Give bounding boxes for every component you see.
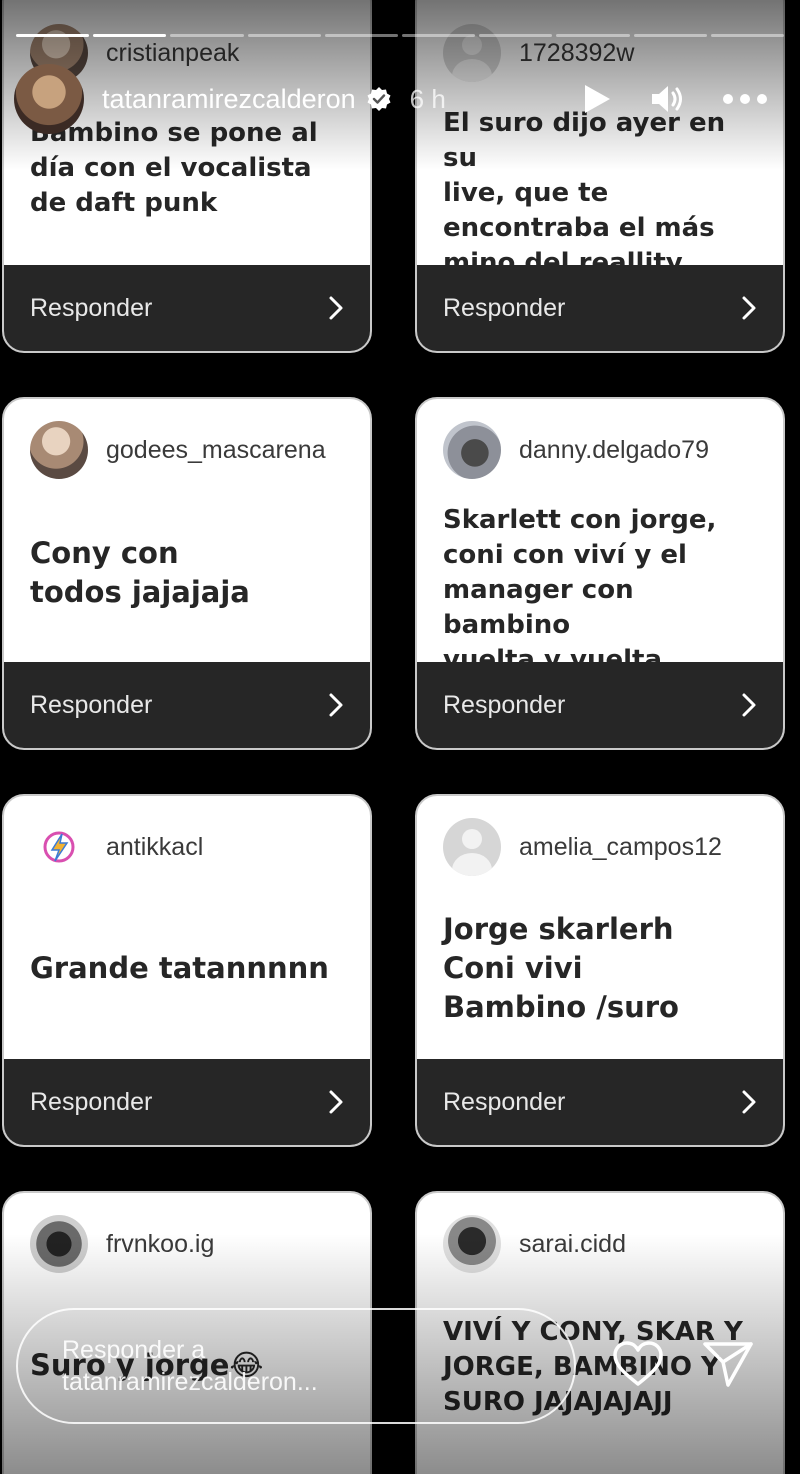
chevron-right-icon bbox=[742, 1090, 756, 1114]
question-card: amelia_campos12 Jorge skarlerh Coni vivi… bbox=[415, 794, 785, 1147]
reply-button[interactable]: Responder bbox=[417, 265, 783, 351]
avatar bbox=[443, 1215, 501, 1273]
story-progress-segment bbox=[710, 34, 785, 37]
play-icon[interactable] bbox=[582, 83, 612, 115]
reply-button[interactable]: Responder bbox=[417, 1059, 783, 1145]
reply-input[interactable]: Responder a tatanramirezcalderon... bbox=[16, 1308, 576, 1424]
avatar bbox=[30, 818, 88, 876]
story-controls bbox=[582, 83, 786, 115]
story-progress-segment bbox=[16, 34, 90, 37]
reply-placeholder-line2: tatanramirezcalderon... bbox=[62, 1368, 318, 1396]
card-username: sarai.cidd bbox=[519, 1229, 626, 1258]
more-options-icon[interactable] bbox=[722, 93, 768, 105]
story-username[interactable]: tatanramirezcalderon bbox=[102, 84, 356, 115]
reply-placeholder-line1: Responder a bbox=[62, 1336, 206, 1364]
story-avatar[interactable] bbox=[14, 64, 84, 134]
chevron-right-icon bbox=[329, 296, 343, 320]
avatar bbox=[30, 1215, 88, 1273]
story-progress-segment bbox=[324, 34, 399, 37]
card-username: amelia_campos12 bbox=[519, 832, 722, 861]
verified-badge-icon bbox=[367, 87, 391, 111]
story-progress-segment bbox=[556, 34, 630, 37]
send-icon[interactable] bbox=[702, 1340, 754, 1388]
reply-button-label: Responder bbox=[443, 293, 566, 322]
story-progress-segment bbox=[402, 34, 476, 37]
volume-icon[interactable] bbox=[650, 83, 684, 115]
story-header: tatanramirezcalderon 6 h bbox=[14, 64, 786, 134]
reply-button-label: Responder bbox=[443, 690, 566, 719]
chevron-right-icon bbox=[329, 693, 343, 717]
avatar bbox=[443, 818, 501, 876]
avatar bbox=[30, 421, 88, 479]
story-progress-segment bbox=[479, 34, 553, 37]
question-card: cristianpeak Bambino se pone al día con … bbox=[2, 0, 372, 353]
question-card: 1728392w El suro dijo ayer en su live, q… bbox=[415, 0, 785, 353]
story-progress-segment bbox=[247, 34, 321, 37]
avatar bbox=[443, 421, 501, 479]
chevron-right-icon bbox=[742, 693, 756, 717]
card-username: danny.delgado79 bbox=[519, 435, 709, 464]
card-username: frvnkoo.ig bbox=[106, 1229, 215, 1258]
reply-button[interactable]: Responder bbox=[417, 662, 783, 748]
story-time: 6 h bbox=[409, 83, 446, 114]
reply-button-label: Responder bbox=[30, 690, 153, 719]
reply-button[interactable]: Responder bbox=[4, 1059, 370, 1145]
chevron-right-icon bbox=[329, 1090, 343, 1114]
question-card: danny.delgado79 Skarlett con jorge, coni… bbox=[415, 397, 785, 750]
reply-button-label: Responder bbox=[30, 1087, 153, 1116]
question-card: godees_mascarena Cony con todos jajajaja… bbox=[2, 397, 372, 750]
story-progress-segment bbox=[93, 34, 167, 37]
reply-button[interactable]: Responder bbox=[4, 662, 370, 748]
heart-icon[interactable] bbox=[612, 1340, 664, 1388]
brand-logo-icon bbox=[43, 831, 75, 863]
story-progress-segment bbox=[170, 34, 244, 37]
story-progress-bars bbox=[16, 34, 785, 37]
story-progress-segment bbox=[633, 34, 707, 37]
card-question-text: Cony con todos jajajaja bbox=[30, 536, 250, 609]
card-username: antikkacl bbox=[106, 832, 204, 861]
chevron-right-icon bbox=[742, 296, 756, 320]
question-card: antikkacl Grande tatannnnn Responder bbox=[2, 794, 372, 1147]
reply-button-label: Responder bbox=[443, 1087, 566, 1116]
card-question-text: Skarlett con jorge, coni con viví y el m… bbox=[443, 505, 717, 675]
reply-button-label: Responder bbox=[30, 293, 153, 322]
card-question-text: Jorge skarlerh Coni vivi Bambino /suro bbox=[443, 912, 679, 1024]
card-question-text: Grande tatannnnn bbox=[30, 951, 329, 985]
reply-button[interactable]: Responder bbox=[4, 265, 370, 351]
card-username: godees_mascarena bbox=[106, 435, 326, 464]
